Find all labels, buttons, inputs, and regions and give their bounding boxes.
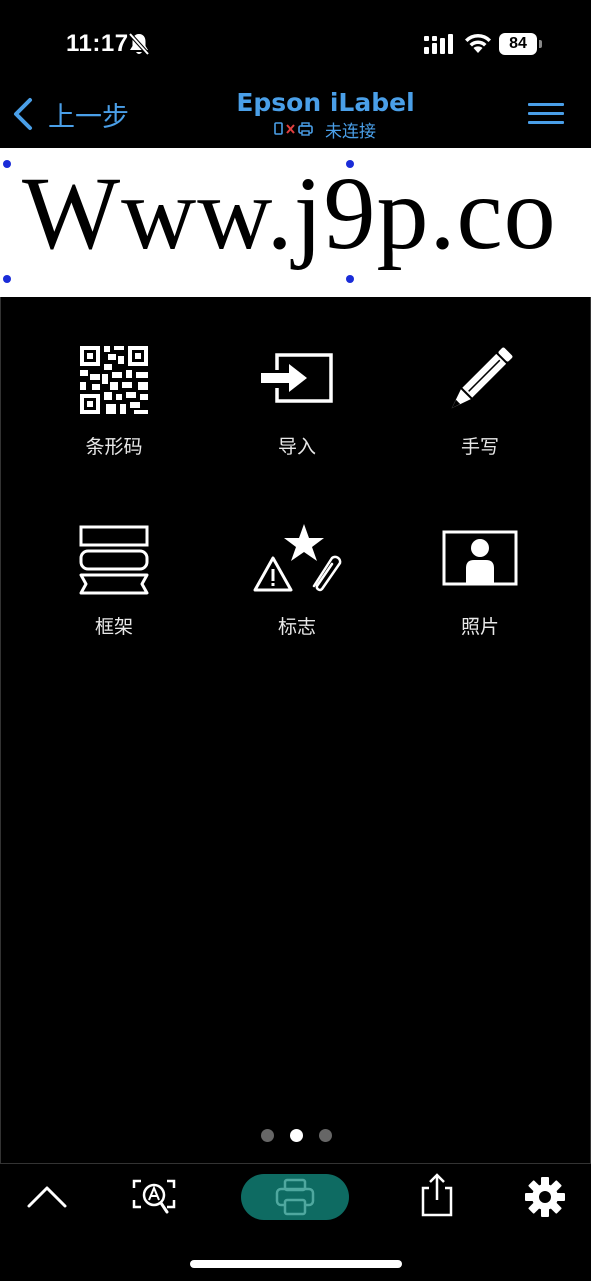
page-dot-2[interactable] — [290, 1129, 303, 1142]
pencil-icon — [451, 347, 513, 409]
selection-handle[interactable] — [346, 160, 354, 168]
tool-handwriting[interactable]: 手写 — [405, 344, 555, 484]
label-preview[interactable]: Www.j9p.co — [0, 148, 591, 297]
home-indicator[interactable] — [190, 1260, 402, 1268]
back-label: 上一步 — [48, 101, 129, 133]
printer-icon — [275, 1178, 315, 1216]
print-button[interactable] — [241, 1174, 349, 1220]
tool-label: 导入 — [277, 436, 316, 458]
tool-label: 标志 — [277, 616, 316, 638]
back-button[interactable]: 上一步 — [12, 96, 129, 133]
tool-photo[interactable]: 照片 — [405, 524, 555, 664]
cellular-signal-icon — [424, 34, 453, 54]
bottom-toolbar — [0, 1163, 591, 1281]
label-text[interactable]: Www.j9p.co — [22, 154, 557, 273]
chevron-up-icon[interactable] — [26, 1182, 68, 1210]
tool-label: 框架 — [94, 616, 133, 638]
battery-level: 84 — [499, 33, 537, 55]
tool-label: 条形码 — [85, 436, 143, 458]
page-dot-1[interactable] — [261, 1129, 274, 1142]
menu-line — [528, 121, 564, 124]
status-time: 11:17 — [66, 30, 129, 57]
app-title: Epson iLabel — [236, 88, 415, 117]
page-dot-3[interactable] — [319, 1129, 332, 1142]
text-recognition-icon[interactable] — [132, 1178, 176, 1218]
insert-panel: 条形码 导入 手写 框架 标志 照片 — [0, 297, 591, 1163]
battery-indicator: 84 — [499, 33, 543, 55]
connection-status-row: 未连接 — [273, 118, 376, 142]
tool-label: 照片 — [460, 616, 499, 638]
menu-line — [528, 103, 564, 106]
page-indicator — [259, 1129, 339, 1143]
menu-button[interactable] — [528, 103, 566, 127]
nav-bar: 上一步 Epson iLabel 未连接 — [0, 86, 591, 148]
tool-import[interactable]: 导入 — [222, 344, 372, 484]
selection-handle[interactable] — [3, 275, 11, 283]
battery-tip — [539, 40, 542, 48]
photo-icon — [442, 530, 518, 586]
status-bar: 11:17 84 — [0, 0, 591, 86]
bell-muted-icon — [128, 32, 150, 56]
symbol-icon — [253, 524, 342, 592]
import-icon — [261, 353, 333, 403]
share-icon[interactable] — [420, 1172, 454, 1218]
tool-symbol[interactable]: 标志 — [222, 524, 372, 664]
tool-barcode[interactable]: 条形码 — [39, 344, 189, 484]
connection-status: 未连接 — [325, 121, 376, 142]
printer-disconnected-icon — [274, 122, 313, 136]
wifi-icon — [465, 33, 491, 53]
chevron-left-icon — [14, 98, 32, 130]
frame-icon — [79, 525, 149, 595]
qr-code-icon — [80, 346, 148, 414]
selection-handle[interactable] — [346, 275, 354, 283]
menu-line — [528, 112, 564, 115]
tool-label: 手写 — [460, 436, 499, 458]
tool-frame[interactable]: 框架 — [39, 524, 189, 664]
selection-handle[interactable] — [3, 160, 11, 168]
gear-icon[interactable] — [524, 1176, 566, 1218]
